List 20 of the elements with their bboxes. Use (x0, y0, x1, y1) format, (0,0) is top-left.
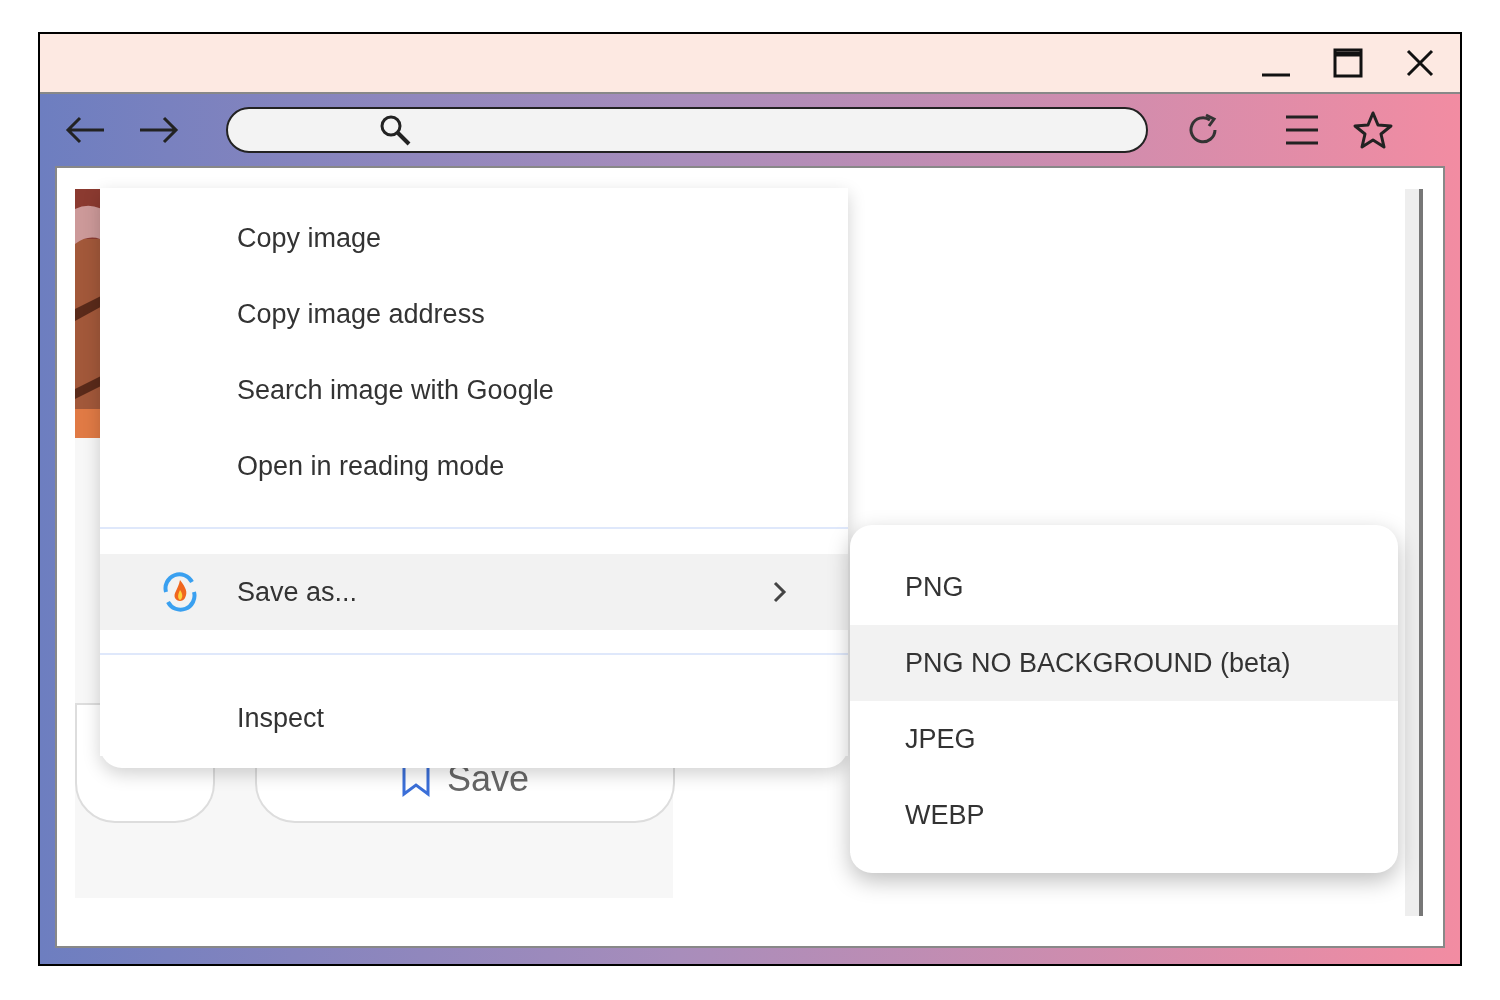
submenu-option[interactable]: PNG NO BACKGROUND (beta) (850, 625, 1398, 701)
menu-icon[interactable] (1284, 113, 1320, 147)
submenu-item[interactable]: Save as... (100, 554, 848, 630)
menu-item[interactable]: Search image with Google (100, 352, 848, 428)
submenu-option[interactable]: PNG (850, 549, 1398, 625)
search-icon (378, 113, 412, 147)
menu-item[interactable]: Open in reading mode (100, 428, 848, 504)
menu-item[interactable]: Copy image (100, 200, 848, 276)
submenu-option[interactable]: WEBP (850, 777, 1398, 853)
forward-arrow-icon[interactable] (138, 115, 180, 145)
address-bar[interactable] (226, 107, 1148, 153)
maximize-icon[interactable] (1332, 47, 1364, 79)
menu-item[interactable]: Copy image address (100, 276, 848, 352)
close-icon[interactable] (1404, 47, 1436, 79)
star-icon[interactable] (1352, 110, 1394, 150)
scrollbar[interactable] (1405, 189, 1423, 916)
chevron-right-icon (772, 580, 788, 604)
menu-item[interactable]: Inspect (100, 680, 848, 756)
back-arrow-icon[interactable] (64, 115, 106, 145)
submenu-option[interactable]: JPEG (850, 701, 1398, 777)
